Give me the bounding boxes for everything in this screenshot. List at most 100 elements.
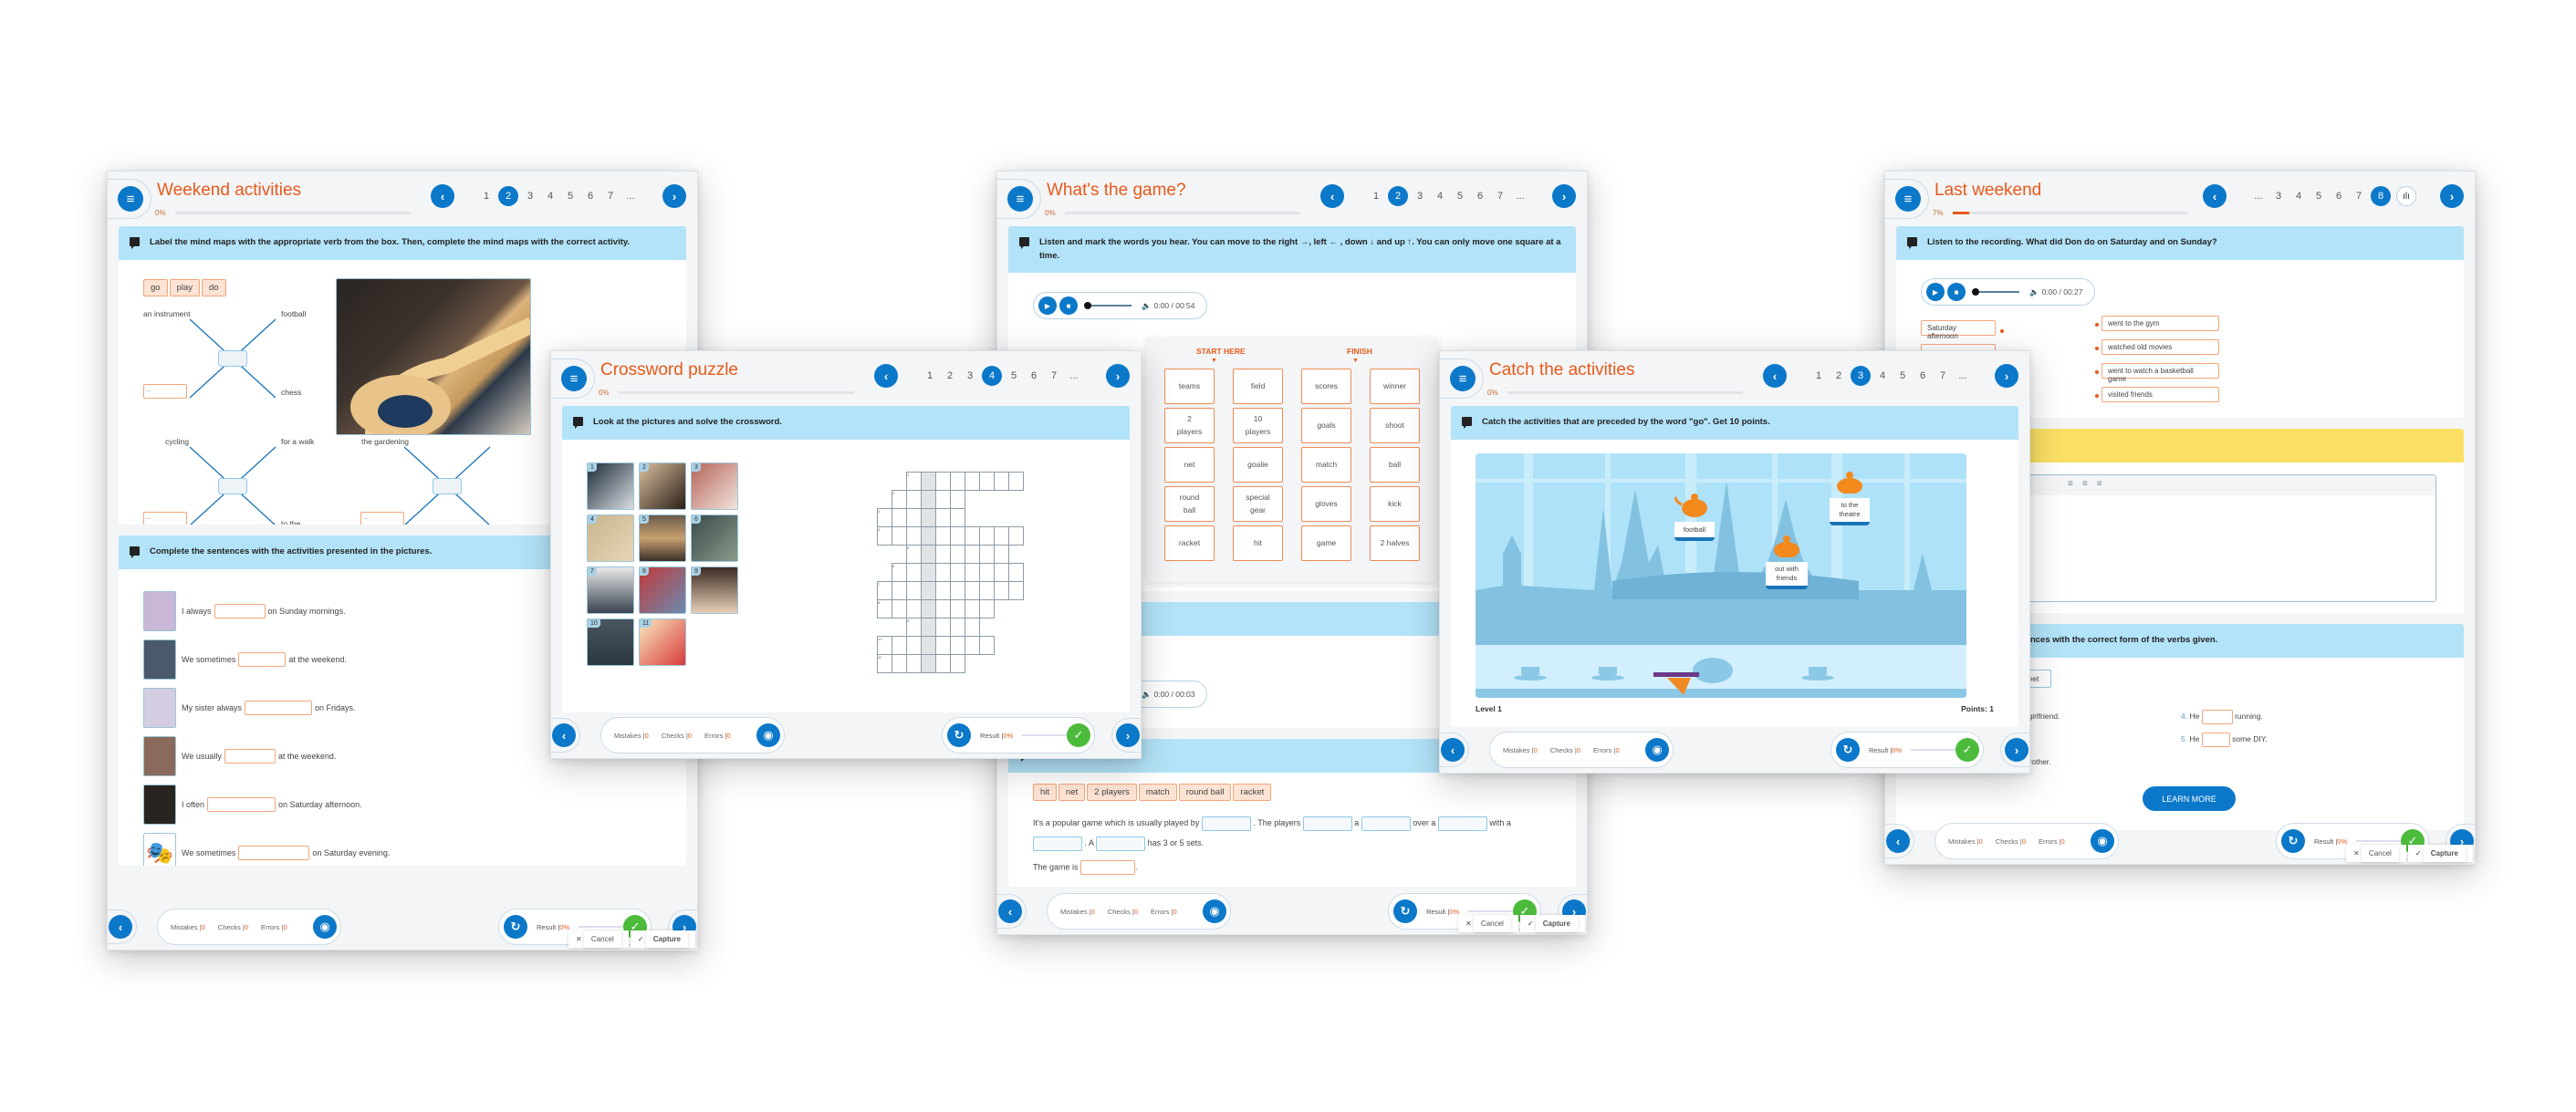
page-button[interactable]: ... — [1066, 370, 1082, 381]
page-button[interactable]: 4 — [542, 191, 558, 202]
page-button[interactable]: 4 — [982, 366, 1002, 386]
maze-cell[interactable]: special gear — [1233, 486, 1283, 522]
match-dot[interactable] — [2095, 347, 2099, 350]
crossword-cell[interactable] — [965, 581, 980, 600]
check-answers-button[interactable]: ✓ — [1955, 738, 1979, 762]
crossword-cell[interactable] — [935, 526, 951, 546]
page-button[interactable]: 5 — [1006, 370, 1022, 381]
crossword-cell[interactable]: 10 — [877, 636, 892, 655]
word-chip[interactable]: hit — [1033, 784, 1058, 801]
page-button[interactable]: 2 — [1830, 370, 1847, 381]
maze-cell[interactable]: 10 players — [1233, 408, 1283, 443]
crossword-cell[interactable] — [950, 545, 965, 564]
stop-button[interactable]: ■ — [1947, 283, 1966, 301]
align-justify-icon[interactable]: ≡ — [2097, 479, 2112, 489]
menu-button[interactable]: ≡ — [108, 179, 151, 219]
crossword-cell[interactable] — [921, 599, 936, 618]
page-button[interactable]: 4 — [1432, 191, 1448, 202]
match-right-item[interactable]: watched old movies — [2101, 339, 2219, 355]
crossword-cell[interactable] — [935, 508, 951, 527]
next-page-button[interactable]: › — [1995, 364, 2018, 388]
page-button[interactable]: 3 — [2270, 191, 2287, 202]
match-dot[interactable] — [2095, 370, 2099, 374]
crossword-cell[interactable] — [906, 563, 922, 582]
prev-button[interactable]: ‹ — [998, 899, 1022, 923]
page-button[interactable]: 5 — [1894, 370, 1911, 381]
crossword-cell[interactable] — [965, 599, 980, 618]
crossword-cell[interactable] — [979, 563, 995, 582]
page-button[interactable]: 7 — [1046, 370, 1062, 381]
crossword-cell[interactable] — [906, 654, 922, 673]
crossword-cell[interactable]: 9 — [906, 618, 922, 637]
maze-cell[interactable]: hit — [1233, 525, 1283, 561]
crossword-cell[interactable] — [950, 581, 965, 600]
reset-button[interactable]: ↻ — [2281, 829, 2305, 853]
show-answers-button[interactable]: ◉ — [756, 723, 780, 747]
crossword-cell[interactable] — [892, 599, 907, 618]
crossword-cell[interactable] — [935, 490, 951, 509]
maze-cell[interactable]: match — [1301, 447, 1351, 483]
audio-seek-slider[interactable] — [1084, 302, 1132, 309]
prev-page-button[interactable]: ‹ — [874, 364, 898, 388]
mindmap-answer-field[interactable]: ... — [360, 512, 404, 525]
volume-icon[interactable]: 🔈 — [1142, 690, 1152, 700]
reset-button[interactable]: ↻ — [504, 915, 527, 939]
match-left-item[interactable]: Saturday afternoon — [1921, 320, 1996, 340]
answer-field[interactable] — [1201, 816, 1251, 831]
crossword-cell[interactable] — [1008, 472, 1024, 491]
crossword-cell[interactable] — [979, 599, 995, 618]
prev-button[interactable]: ‹ — [1441, 738, 1465, 762]
match-dot[interactable] — [2095, 323, 2099, 327]
maze-cell[interactable]: ball — [1370, 447, 1420, 483]
next-page-button[interactable]: › — [2440, 184, 2464, 208]
sentence-answer-field[interactable] — [214, 603, 266, 618]
play-button[interactable]: ▶ — [1926, 283, 1945, 301]
page-button[interactable]: 6 — [1914, 370, 1931, 381]
crossword-cell[interactable] — [1008, 526, 1024, 546]
capture-button[interactable]: ✓ Capture — [1519, 915, 1585, 932]
crossword-cell[interactable] — [965, 545, 980, 564]
crossword-cell[interactable] — [950, 636, 965, 655]
page-button[interactable]: 3 — [962, 370, 978, 381]
capture-button[interactable]: ✓ Capture — [630, 930, 695, 948]
maze-cell[interactable]: net — [1164, 447, 1215, 483]
cancel-button[interactable]: ✕ Cancel — [2345, 845, 2406, 862]
maze-cell[interactable]: 2 halves — [1370, 525, 1420, 561]
match-dot[interactable] — [2095, 394, 2099, 398]
prev-page-button[interactable]: ‹ — [2203, 184, 2227, 208]
crossword-cell[interactable] — [1008, 581, 1024, 600]
page-button[interactable]: 1 — [478, 191, 495, 202]
crossword-cell[interactable] — [921, 490, 936, 509]
maze-cell[interactable]: gloves — [1301, 486, 1351, 522]
page-button[interactable]: 2 — [1388, 186, 1408, 206]
word-chip[interactable]: round ball — [1178, 784, 1232, 801]
crossword-cell[interactable] — [921, 563, 936, 582]
page-button[interactable]: 4 — [2290, 191, 2307, 202]
crossword-cell[interactable] — [935, 618, 951, 637]
sentence-answer-field[interactable] — [238, 845, 310, 860]
crossword-cell[interactable] — [935, 654, 951, 673]
reset-button[interactable]: ↻ — [1393, 899, 1417, 923]
crossword-cell[interactable] — [892, 636, 907, 655]
answer-field[interactable] — [1361, 816, 1411, 831]
crossword-cell[interactable] — [935, 636, 951, 655]
crossword-cell[interactable] — [921, 636, 936, 655]
page-button[interactable]: 7 — [602, 191, 619, 202]
page-button[interactable]: 7 — [1492, 191, 1508, 202]
crossword-cell[interactable] — [950, 563, 965, 582]
mindmap-answer-field[interactable]: ... — [143, 512, 187, 525]
crossword-cell[interactable] — [935, 599, 951, 618]
cancel-button[interactable]: ✕ Cancel — [1457, 915, 1518, 932]
maze-cell[interactable]: kick — [1370, 486, 1420, 522]
page-button[interactable]: 5 — [562, 191, 579, 202]
mindmap-center-field[interactable] — [218, 478, 247, 494]
page-button[interactable]: 1 — [1810, 370, 1827, 381]
verb-answer-field[interactable] — [2201, 709, 2233, 724]
word-chip[interactable]: net — [1059, 784, 1086, 801]
play-button[interactable]: ▶ — [1038, 296, 1057, 315]
mindmap-center-field[interactable] — [218, 350, 247, 367]
crossword-cell[interactable] — [950, 508, 965, 527]
page-button[interactable]: 2 — [942, 370, 958, 381]
page-button[interactable]: 7 — [1935, 370, 1951, 381]
crossword-cell[interactable] — [906, 508, 922, 527]
